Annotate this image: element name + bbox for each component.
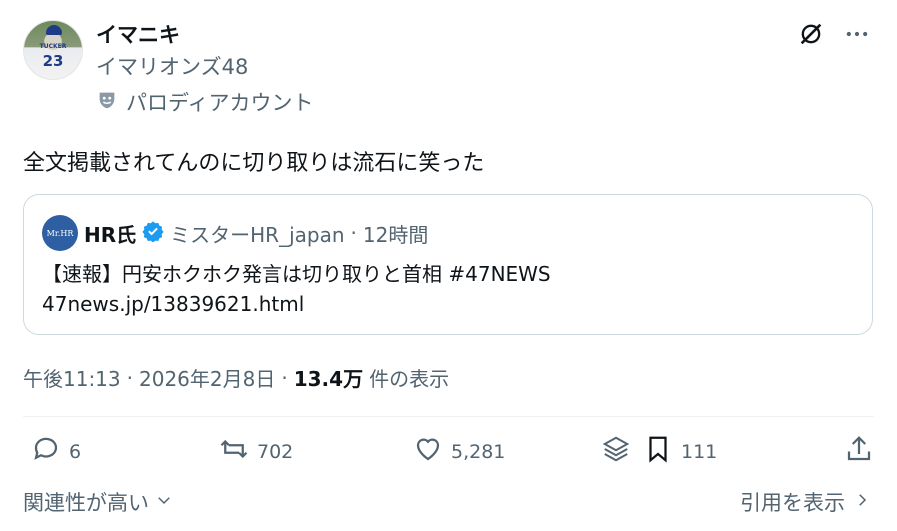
avatar-jersey-number: 23 (42, 52, 64, 70)
chevron-right-icon (853, 490, 871, 514)
meta-separator: · (126, 365, 133, 390)
chevron-down-icon (155, 490, 173, 514)
view-count-label: 件の表示 (369, 367, 450, 391)
quoted-text-line1: 【速報】円安ホクホク発言は切り取りと首相 #47NEWS (42, 262, 551, 286)
author-display-name[interactable]: イマニキ (96, 19, 180, 49)
quoted-handle[interactable]: ミスターHR_japan (170, 219, 344, 248)
divider (23, 416, 874, 417)
tweet-top-actions (797, 20, 871, 52)
tweet-time[interactable]: 午後11:13 (23, 363, 121, 392)
author-handle[interactable]: イマリオンズ48 (96, 51, 248, 81)
quoted-tweet[interactable]: Mr.HR HR氏 ミスターHR_japan · 12時間 【速報】円安ホクホク… (23, 194, 873, 335)
bookmark-icon (643, 434, 673, 469)
quoted-header: Mr.HR HR氏 ミスターHR_japan · 12時間 (42, 215, 428, 251)
repost-count: 702 (257, 440, 294, 463)
view-quotes-label: 引用を表示 (740, 491, 845, 515)
share-icon (844, 434, 874, 469)
layers-icon (601, 434, 631, 469)
quoted-name[interactable]: HR氏 (84, 219, 136, 248)
repost-button[interactable]: 702 (219, 434, 293, 469)
avatar-cap (46, 25, 62, 35)
tweet-date[interactable]: 2026年2月8日 (139, 363, 275, 392)
reply-icon (31, 434, 61, 469)
stack-button[interactable] (601, 434, 631, 469)
meta-separator: · (281, 365, 288, 390)
parody-label-text: パロディアカウント (126, 91, 314, 115)
like-button[interactable]: 5,281 (413, 434, 505, 469)
quoted-avatar[interactable]: Mr.HR (42, 215, 78, 251)
view-quotes-link[interactable]: 引用を表示 (740, 487, 871, 517)
reply-button[interactable]: 6 (31, 434, 81, 469)
quoted-link[interactable]: 47news.jp/13839621.html (42, 289, 551, 319)
bookmark-count: 111 (681, 440, 718, 463)
sort-dropdown[interactable]: 関連性が高い (23, 487, 173, 517)
share-button[interactable] (844, 434, 874, 469)
more-options-icon[interactable] (843, 20, 871, 52)
avatar-jersey-name: TUCKER (39, 43, 67, 50)
grok-icon[interactable] (797, 20, 825, 52)
heart-icon (413, 434, 443, 469)
author-avatar[interactable]: TUCKER 23 (23, 20, 83, 80)
tweet-meta: 午後11:13 · 2026年2月8日 · 13.4万 件の表示 (23, 363, 449, 392)
tweet-text: 全文掲載されてんのに切り取りは流石に笑った (23, 151, 485, 176)
quoted-separator: · (350, 221, 357, 245)
parody-account-label: パロディアカウント (96, 87, 314, 117)
like-count: 5,281 (451, 440, 506, 463)
sort-label: 関連性が高い (23, 491, 149, 515)
bookmark-button[interactable]: 111 (643, 434, 717, 469)
parody-mask-icon (96, 89, 118, 116)
view-count: 13.4万 (293, 367, 364, 391)
verified-badge-icon (142, 220, 164, 247)
reply-count: 6 (69, 440, 82, 463)
action-bar: 6 702 5,281 111 (23, 434, 874, 474)
quoted-body: 【速報】円安ホクホク発言は切り取りと首相 #47NEWS 47news.jp/1… (42, 259, 551, 319)
quoted-time[interactable]: 12時間 (363, 219, 428, 248)
repost-icon (219, 434, 249, 469)
